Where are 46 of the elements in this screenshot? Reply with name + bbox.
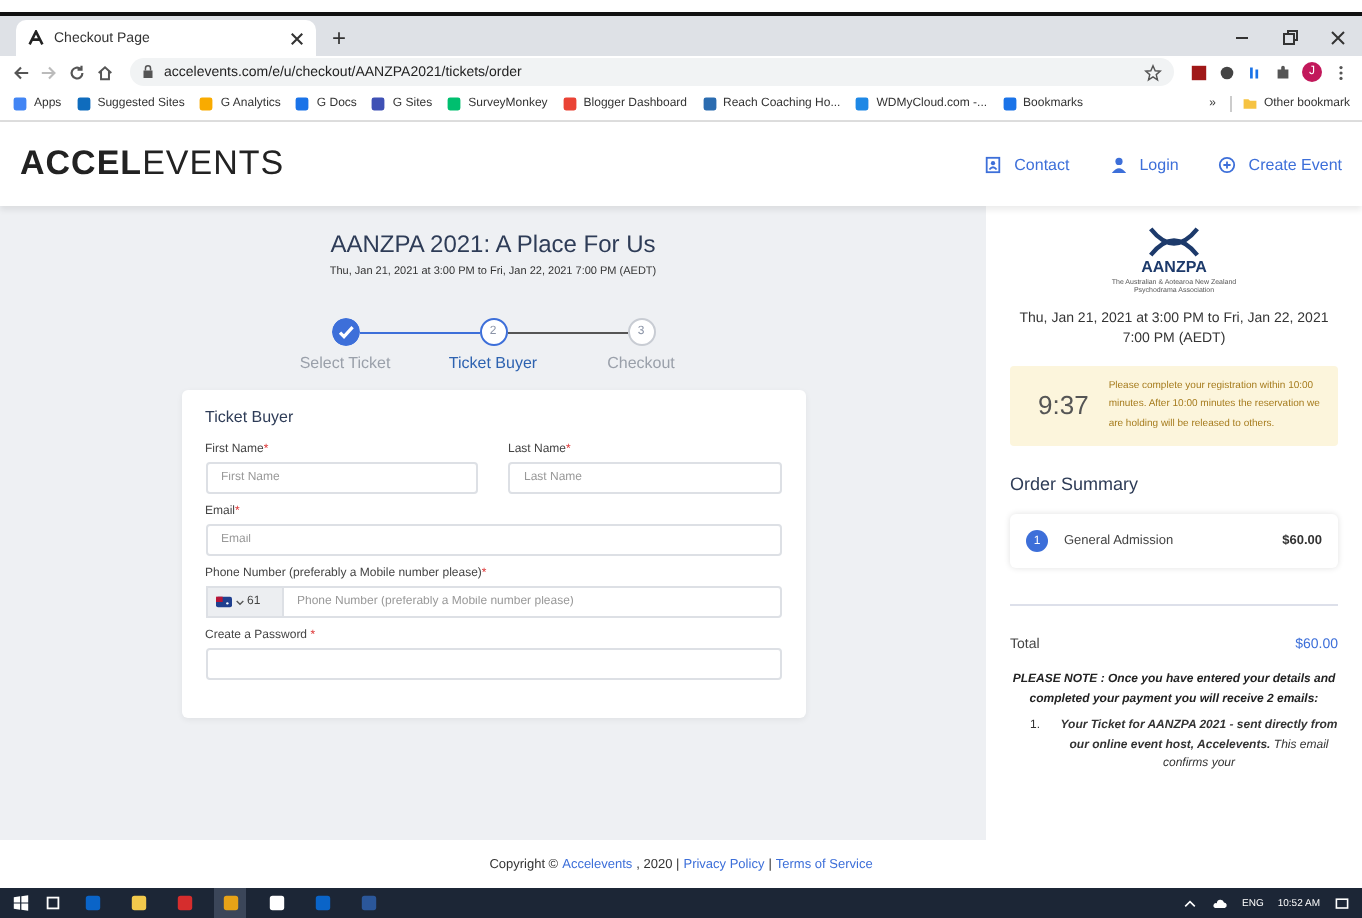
- cloud-icon[interactable]: [1212, 895, 1229, 911]
- app-icon: [221, 894, 239, 912]
- back-arrow-icon[interactable]: [12, 63, 30, 81]
- pdf-extension-icon[interactable]: [1190, 63, 1208, 81]
- app-icon: [83, 894, 101, 912]
- accelevents-logo[interactable]: ACCELEVENTS: [20, 144, 285, 184]
- nav-link[interactable]: Login: [1109, 155, 1179, 173]
- app-icon: [313, 894, 331, 912]
- chevron-up-icon[interactable]: [1182, 895, 1199, 911]
- app-icon: [175, 894, 193, 912]
- task-view-icon[interactable]: [44, 894, 62, 912]
- puzzle-icon[interactable]: [1274, 63, 1292, 81]
- form-title: Ticket Buyer: [205, 408, 296, 426]
- circle-extension-icon[interactable]: [1218, 63, 1236, 81]
- countdown-timer: 9:37: [1038, 390, 1089, 421]
- fish-logo-icon: [1144, 226, 1204, 258]
- star-icon[interactable]: [1144, 63, 1162, 81]
- bars-extension-icon[interactable]: [1246, 63, 1264, 81]
- logo-icon: [28, 30, 44, 46]
- nav-link[interactable]: Create Event: [1218, 155, 1342, 173]
- step-label: Ticket Buyer: [448, 354, 538, 372]
- new-tab-button[interactable]: +: [316, 20, 363, 56]
- user-icon: [1109, 155, 1128, 173]
- password-input-field[interactable]: [205, 648, 781, 680]
- notification-icon[interactable]: [1334, 895, 1350, 911]
- folder-icon: [1241, 96, 1258, 112]
- flag-icon: [215, 596, 231, 608]
- contact-card-icon: [984, 155, 1003, 173]
- organization-name: AANZPA: [1141, 258, 1207, 276]
- reload-icon[interactable]: [68, 63, 86, 81]
- app-icon: [267, 894, 285, 912]
- app-icon: [359, 894, 377, 912]
- nav-link[interactable]: Contact: [984, 155, 1070, 173]
- event-title: AANZPA 2021: A Place For Us: [330, 230, 656, 258]
- close-icon[interactable]: [290, 31, 304, 45]
- windows-start-icon[interactable]: [12, 894, 30, 912]
- lock-icon: [142, 64, 154, 80]
- plus-circle-icon: [1218, 155, 1237, 173]
- step-label: Select Ticket: [299, 354, 391, 372]
- step-label: Checkout: [607, 354, 675, 372]
- app-icon: [129, 894, 147, 912]
- close-icon[interactable]: [1328, 28, 1348, 48]
- order-summary-title: Order Summary: [1010, 474, 1139, 495]
- home-icon[interactable]: [96, 63, 114, 81]
- restore-icon[interactable]: [1280, 28, 1300, 48]
- caret-icon: [235, 599, 243, 605]
